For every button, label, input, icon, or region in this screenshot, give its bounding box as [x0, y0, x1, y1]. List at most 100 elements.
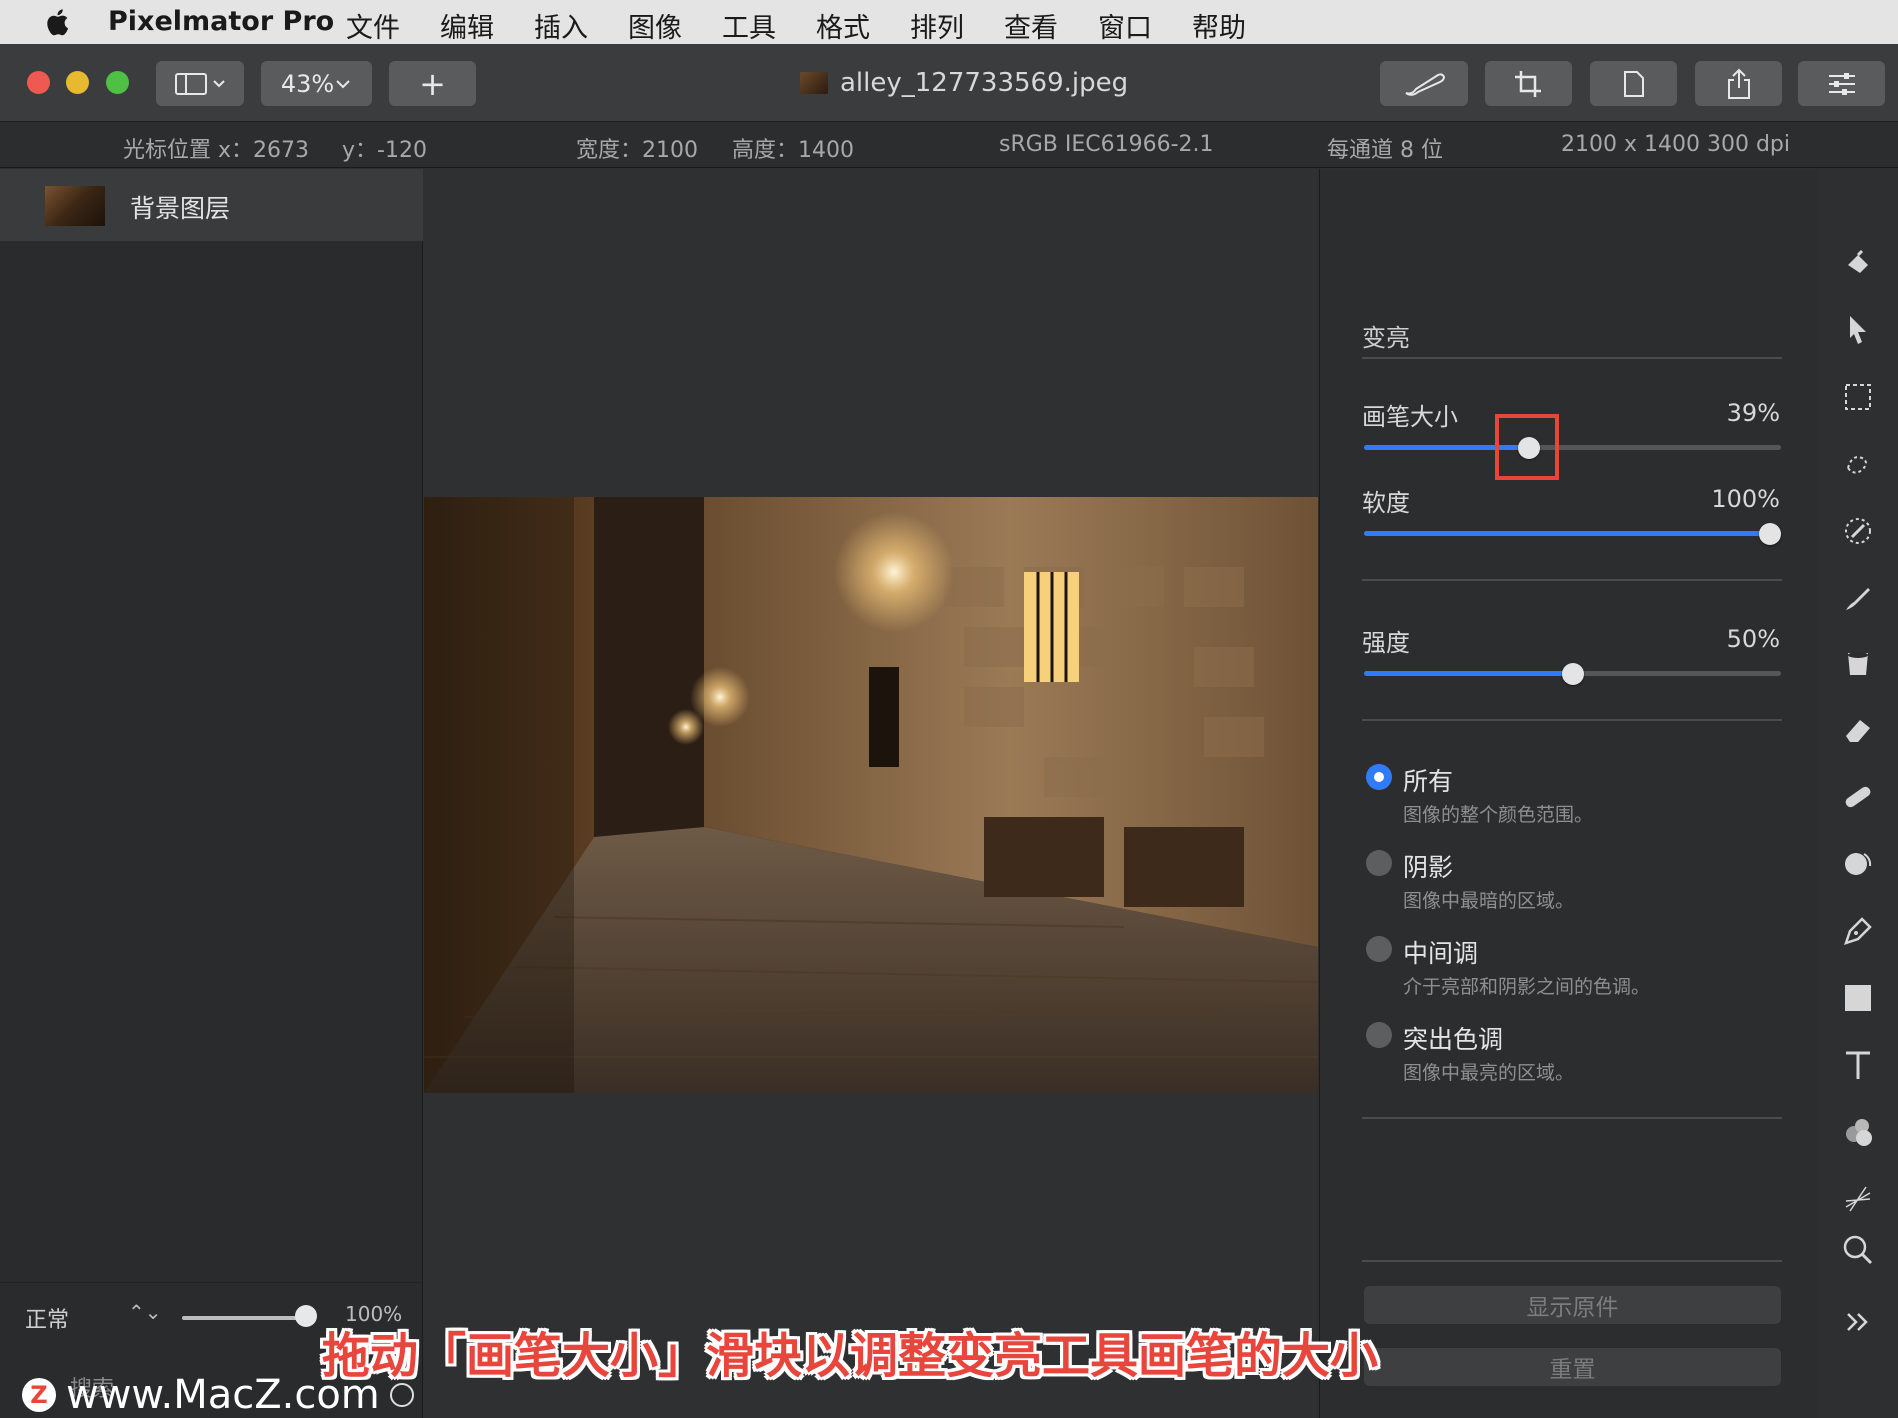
document-icon [1623, 70, 1644, 97]
paint-bucket-icon[interactable] [1840, 245, 1876, 281]
shape-icon[interactable] [1840, 980, 1876, 1016]
rect-select-icon[interactable] [1840, 379, 1876, 415]
zoom-icon[interactable] [1840, 1232, 1876, 1268]
range-midtones-radio[interactable] [1366, 936, 1392, 962]
panel-title: 变亮 [1362, 324, 1410, 352]
watermark-logo: Z [22, 1378, 56, 1412]
menu-arrange[interactable]: 排列 [910, 6, 964, 45]
alley-photo [424, 497, 1318, 1093]
range-midtones-desc: 介于亮部和阴影之间的色调。 [1403, 976, 1651, 998]
sidebar-icon [175, 72, 225, 95]
zoom-value: 43% [280, 69, 335, 98]
app-name-menu[interactable]: Pixelmator Pro [108, 6, 334, 37]
menu-file[interactable]: 文件 [346, 6, 400, 45]
text-icon[interactable] [1840, 1047, 1876, 1083]
adjustments-button[interactable] [1798, 61, 1885, 106]
minimize-window-button[interactable] [66, 71, 89, 94]
more-icon[interactable] [1840, 1304, 1876, 1340]
layer-thumbnail [45, 186, 105, 226]
menu-edit[interactable]: 编辑 [440, 6, 494, 45]
softness-value: 100% [1711, 485, 1780, 513]
menu-format[interactable]: 格式 [816, 6, 870, 45]
show-original-button[interactable]: 显示原件 [1364, 1286, 1781, 1324]
bandage-icon[interactable] [1840, 779, 1876, 815]
retouch-icon[interactable] [1840, 846, 1876, 882]
strength-label: 强度 [1362, 629, 1410, 657]
document-thumbnail [800, 72, 828, 94]
panel-divider [1362, 357, 1782, 359]
range-midtones-label[interactable]: 中间调 [1403, 934, 1478, 970]
range-highlights-label[interactable]: 突出色调 [1403, 1020, 1503, 1056]
range-all-label[interactable]: 所有 [1403, 762, 1453, 798]
color-profile-readout: sRGB IEC61966-2.1 [999, 132, 1214, 157]
chevron-down-icon [336, 79, 350, 88]
tutorial-caption: 拖动「画笔大小」滑块以调整变亮工具画笔的大小 [322, 1328, 1379, 1384]
close-window-button[interactable] [27, 71, 50, 94]
softness-thumb[interactable] [1759, 523, 1781, 545]
menu-insert[interactable]: 插入 [534, 6, 588, 45]
paint-brush-icon[interactable] [1840, 580, 1876, 616]
quick-select-icon[interactable] [1840, 446, 1876, 482]
canvas-image[interactable] [424, 497, 1318, 1093]
crop-icon [1514, 70, 1541, 97]
brush-icon [1405, 72, 1446, 96]
height-readout: 高度：1400 [732, 138, 854, 163]
updown-chevron-icon[interactable]: ⌃⌄ [128, 1300, 162, 1324]
strength-value: 50% [1726, 625, 1780, 653]
effects-icon[interactable] [1840, 1114, 1876, 1150]
panel-divider [1362, 1117, 1782, 1119]
highlight-box [1495, 414, 1559, 480]
crop-button[interactable] [1485, 61, 1572, 106]
softness-label: 软度 [1362, 489, 1410, 517]
brush-size-value: 39% [1726, 399, 1780, 427]
apple-menu-icon[interactable] [44, 8, 70, 36]
share-button[interactable] [1695, 61, 1782, 106]
add-button[interactable]: + [389, 61, 476, 106]
zoom-dropdown[interactable]: 43% [261, 61, 372, 106]
opacity-slider-thumb[interactable] [295, 1305, 317, 1327]
brush-size-slider[interactable] [1364, 445, 1781, 450]
range-shadows-label[interactable]: 阴影 [1403, 848, 1453, 884]
cursor-y-readout: y：-120 [342, 138, 427, 163]
cursor-x-readout: 光标位置 x：2673 [123, 138, 310, 163]
arrow-select-icon[interactable] [1840, 312, 1876, 348]
layer-name: 背景图层 [130, 194, 231, 223]
range-all-radio[interactable] [1366, 764, 1392, 790]
range-highlights-radio[interactable] [1366, 1022, 1392, 1048]
strength-fill [1364, 671, 1573, 676]
menu-bar: Pixelmator Pro 文件 编辑 插入 图像 工具 格式 排列 查看 窗… [0, 0, 1898, 44]
sidebar-toggle-button[interactable] [156, 61, 244, 106]
distort-icon[interactable] [1840, 1181, 1876, 1217]
bit-depth-readout: 每通道 8 位 [1327, 138, 1443, 163]
panel-divider [1362, 719, 1782, 721]
range-shadows-radio[interactable] [1366, 850, 1392, 876]
menu-help[interactable]: 帮助 [1192, 6, 1246, 45]
opacity-slider-track[interactable] [182, 1316, 307, 1320]
brush-size-label: 画笔大小 [1362, 403, 1458, 431]
format-button[interactable] [1590, 61, 1677, 106]
watermark-icon [389, 1383, 414, 1407]
share-icon [1727, 68, 1750, 99]
document-filename: alley_127733569.jpeg [840, 68, 1129, 98]
color-picker-icon[interactable] [1840, 513, 1876, 549]
strength-thumb[interactable] [1561, 663, 1584, 685]
softness-slider[interactable] [1364, 531, 1781, 536]
eraser-icon[interactable] [1840, 712, 1876, 748]
softness-fill [1364, 531, 1781, 536]
paint-tools-button[interactable] [1380, 61, 1468, 106]
layer-row[interactable]: 背景图层 [0, 169, 423, 241]
watermark-text: www.MacZ.com [66, 1372, 380, 1418]
menu-window[interactable]: 窗口 [1098, 6, 1152, 45]
menu-tools[interactable]: 工具 [722, 6, 776, 45]
zoom-window-button[interactable] [106, 71, 129, 94]
document-title: alley_127733569.jpeg [800, 68, 1128, 98]
reset-button[interactable]: 重置 [1364, 1348, 1781, 1386]
info-bar: 光标位置 x：2673 y：-120 宽度：2100 高度：1400 sRGB … [0, 122, 1898, 168]
blend-mode-select[interactable]: 正常 [25, 1302, 69, 1334]
pen-icon[interactable] [1840, 913, 1876, 949]
fill-icon[interactable] [1840, 645, 1876, 681]
menu-view[interactable]: 查看 [1004, 6, 1058, 45]
menu-image[interactable]: 图像 [628, 6, 682, 45]
range-all-desc: 图像的整个颜色范围。 [1403, 804, 1594, 826]
width-readout: 宽度：2100 [576, 138, 698, 163]
